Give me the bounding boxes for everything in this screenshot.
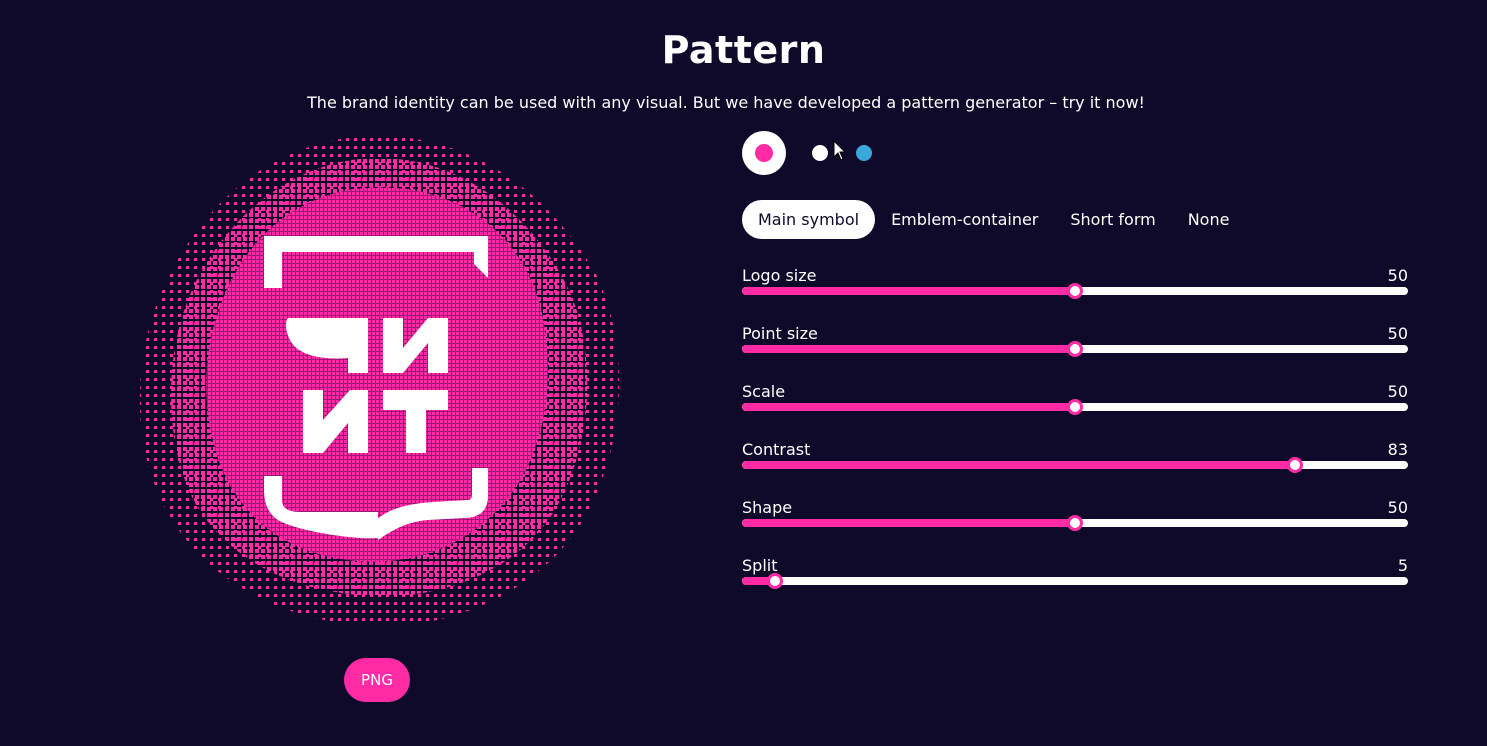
slider-label: Point size	[742, 324, 818, 343]
pattern-preview	[139, 136, 620, 627]
slider-scale: Scale 50	[742, 382, 1408, 422]
slider-track[interactable]	[742, 341, 1408, 357]
slider-value: 50	[1387, 266, 1408, 285]
slider-track[interactable]	[742, 515, 1408, 531]
slider-value: 50	[1387, 498, 1408, 517]
slider-label: Shape	[742, 498, 793, 517]
color-swatch-dot	[812, 145, 828, 161]
slider-thumb[interactable]	[1067, 515, 1083, 531]
slider-label: Contrast	[742, 440, 811, 459]
slider-fill	[742, 403, 1075, 411]
slider-value: 83	[1387, 440, 1408, 459]
color-swatch-dot	[755, 144, 773, 162]
slider-label: Logo size	[742, 266, 817, 285]
slider-split: Split 5	[742, 556, 1408, 596]
slider-thumb[interactable]	[1286, 457, 1303, 473]
slider-fill	[742, 519, 1075, 527]
slider-thumb[interactable]	[767, 573, 784, 589]
tab-none[interactable]: None	[1172, 200, 1246, 239]
slider-thumb[interactable]	[1067, 341, 1083, 357]
tab-short-form[interactable]: Short form	[1054, 200, 1171, 239]
mouse-pointer-icon	[833, 140, 847, 161]
color-swatch-dot	[856, 145, 872, 161]
tab-emblem-container[interactable]: Emblem-container	[875, 200, 1054, 239]
slider-fill	[742, 345, 1075, 353]
slider-value: 50	[1387, 324, 1408, 343]
slider-track[interactable]	[742, 283, 1408, 299]
slider-point-size: Point size 50	[742, 324, 1408, 364]
slider-track[interactable]	[742, 457, 1408, 473]
slider-value: 5	[1397, 556, 1408, 575]
logo-variant-tabs: Main symbol Emblem-container Short form Non…	[742, 200, 1245, 239]
tab-main-symbol[interactable]: Main symbol	[742, 200, 876, 239]
slider-thumb[interactable]	[1067, 399, 1083, 415]
slider-thumb[interactable]	[1067, 283, 1083, 299]
slider-label: Split	[742, 556, 778, 575]
color-swatch-pink[interactable]	[742, 131, 786, 175]
slider-logo-size: Logo size 50	[742, 266, 1408, 306]
slider-shape: Shape 50	[742, 498, 1408, 538]
slider-value: 50	[1387, 382, 1408, 401]
page-subtitle: The brand identity can be used with any …	[307, 93, 1145, 112]
slider-fill	[742, 461, 1295, 469]
export-png-button[interactable]: PNG	[344, 658, 410, 702]
color-swatch-blue[interactable]	[842, 131, 886, 175]
slider-label: Scale	[742, 382, 786, 401]
slider-track[interactable]	[742, 573, 1408, 589]
slider-contrast: Contrast 83	[742, 440, 1408, 480]
page-title: Pattern	[661, 28, 826, 72]
slider-fill	[742, 287, 1075, 295]
slider-track[interactable]	[742, 399, 1408, 415]
